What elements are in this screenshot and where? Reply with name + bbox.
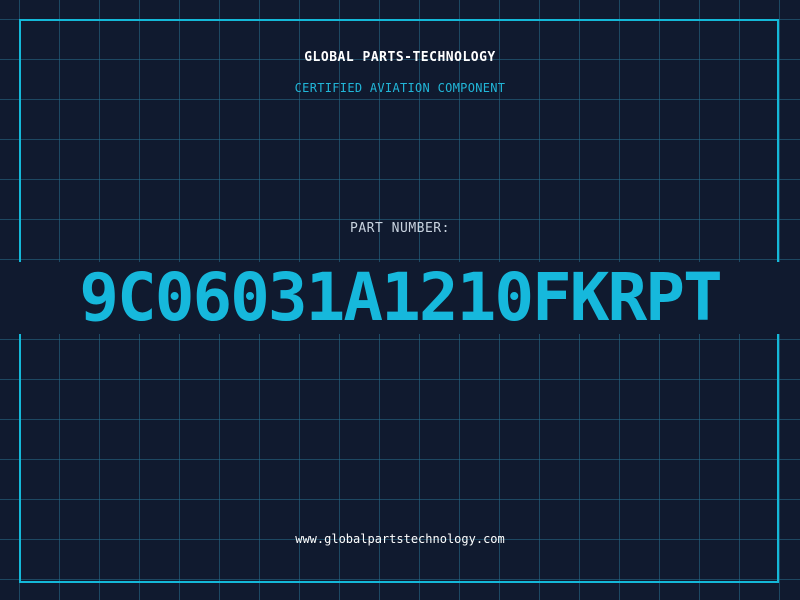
certification-subtitle: CERTIFIED AVIATION COMPONENT (294, 81, 506, 95)
label-canvas: GLOBAL PARTS-TECHNOLOGY CERTIFIED AVIATI… (0, 0, 800, 600)
part-number-label: PART NUMBER: (350, 221, 450, 236)
website-url: www.globalpartstechnology.com (295, 532, 505, 546)
part-number-value: 9C06031A1210FKRPT (79, 259, 723, 336)
company-name: GLOBAL PARTS-TECHNOLOGY (304, 50, 496, 65)
